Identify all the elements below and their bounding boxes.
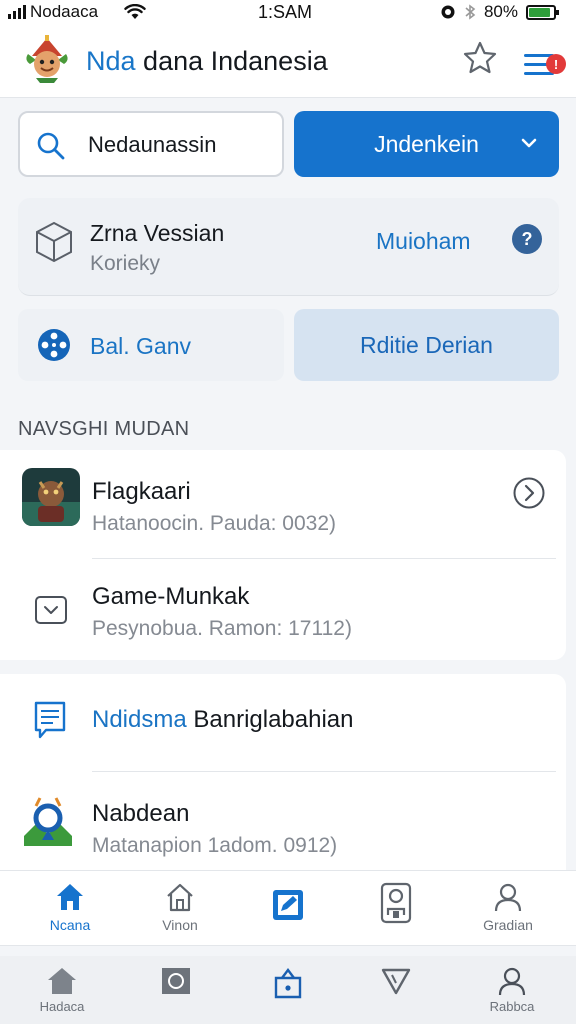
document-chat-icon: [34, 701, 66, 739]
list-item-subtitle: Pesynobua. Ramon: 17112): [92, 617, 352, 640]
sys-profile[interactable]: Rabbca: [472, 966, 552, 1022]
list-item-title-rest: Banriglabahian: [193, 706, 354, 733]
person-badge-icon: [380, 882, 412, 924]
tab-profile[interactable]: Gradian: [468, 881, 548, 943]
status-right: 80%: [440, 0, 559, 24]
bluetooth-icon: [465, 4, 476, 20]
film-reel-icon: [38, 329, 70, 361]
sys-home[interactable]: Hadaca: [22, 966, 102, 1022]
search-icon: [37, 132, 65, 160]
sys-overview[interactable]: [136, 966, 216, 1022]
search-input[interactable]: [88, 127, 274, 163]
section-heading: NAVSGHI MUDAN: [18, 418, 190, 440]
list-item-subtitle: Matanapion 1adom. 0912): [92, 834, 338, 857]
tab-edit[interactable]: [248, 881, 328, 943]
game-chip[interactable]: Bal. Ganv: [18, 309, 284, 381]
alarm-icon: [441, 5, 455, 19]
version-card[interactable]: Zrna Vessian Korieky Muioham ?: [18, 198, 559, 296]
primary-dropdown-button[interactable]: Jndenkein: [294, 111, 559, 177]
tab-home[interactable]: Ncana: [30, 881, 110, 943]
mascot-logo-icon: [26, 35, 68, 83]
app-title-rest: dana Indanesia: [143, 46, 328, 76]
app-title: Nda dana Indanesia: [86, 46, 328, 77]
home-icon: [57, 884, 83, 910]
version-link[interactable]: Muioham: [376, 228, 471, 255]
system-nav-bar: Hadaca Rabbca: [0, 956, 576, 1024]
favorite-star-icon[interactable]: [462, 40, 498, 76]
chevron-down-icon: [521, 138, 537, 148]
notification-badge: !: [546, 54, 566, 74]
search-box[interactable]: [18, 111, 284, 177]
list-item-title: Game-Munkak: [92, 583, 250, 610]
status-left: Nodaaca: [8, 0, 146, 24]
list-item[interactable]: Game-Munkak Pesynobua. Ramon: 17112): [0, 555, 566, 660]
list-item-title: Ndidsma Banriglabahian: [92, 706, 354, 734]
list-item-title-accent: Ndidsma: [92, 706, 187, 733]
bottom-tab-bar: Ncana Vinon Gradian: [0, 870, 576, 946]
list-item[interactable]: Ndidsma Banriglabahian: [0, 674, 566, 779]
triangle-icon: [381, 968, 411, 995]
version-subtitle: Korieky: [90, 252, 161, 275]
profile-icon: [498, 967, 526, 996]
tab-label: Ncana: [49, 917, 91, 933]
list-item-title: Nabdean: [92, 800, 190, 827]
chevron-down-square-icon: [35, 596, 67, 624]
sys-label: Rabbca: [489, 999, 535, 1014]
app-title-accent: Nda: [86, 46, 136, 76]
chevron-right-circle-icon[interactable]: [512, 476, 546, 510]
package-box-icon: [36, 221, 72, 263]
battery-percent: 80%: [483, 2, 518, 21]
signal-icon: [8, 5, 26, 19]
clock: 1:SAM: [258, 1, 313, 22]
wifi-icon: [124, 4, 146, 19]
user-icon: [494, 883, 522, 912]
secondary-chip-label: Rditie Derian: [360, 331, 493, 358]
battery-icon: [526, 4, 559, 20]
list-item[interactable]: Nabdean Matanapion 1adom. 0912): [0, 772, 566, 877]
help-circle-icon[interactable]: ?: [512, 224, 542, 254]
game-thumbnail-icon: [22, 468, 80, 526]
status-bar: Nodaaca 1:SAM 80%: [0, 0, 576, 24]
home-icon: [48, 968, 76, 994]
carrier-label: Nodaaca: [30, 2, 99, 21]
article-list-card: Ndidsma Banriglabahian Nabdean Matanapio…: [0, 674, 566, 870]
tab-label: Vinon: [162, 917, 198, 933]
version-title: Zrna Vessian: [90, 220, 225, 246]
edit-square-icon: [273, 890, 303, 920]
game-list-card: Flagkaari Hatanoocin. Pauda: 0032) Game-…: [0, 450, 566, 660]
sys-back[interactable]: [356, 966, 436, 1022]
app-header: Nda dana Indanesia !: [0, 24, 576, 98]
tab-house[interactable]: Vinon: [140, 881, 220, 943]
location-pin-icon: [24, 797, 72, 846]
sys-label: Hadaca: [39, 999, 85, 1014]
list-item[interactable]: Flagkaari Hatanoocin. Pauda: 0032): [0, 450, 566, 555]
secondary-chip-button[interactable]: Rditie Derian: [294, 309, 559, 381]
list-item-subtitle: Hatanoocin. Pauda: 0032): [92, 512, 337, 535]
list-item-title: Flagkaari: [92, 478, 191, 505]
primary-button-label: Jndenkein: [374, 130, 479, 157]
sys-bag[interactable]: [248, 966, 328, 1022]
house-outline-icon: [167, 883, 193, 912]
square-icon: [162, 968, 190, 994]
tab-label: Gradian: [483, 917, 533, 933]
game-chip-label: Bal. Ganv: [90, 333, 191, 359]
tab-badge[interactable]: [356, 881, 436, 943]
bag-icon: [274, 968, 302, 999]
